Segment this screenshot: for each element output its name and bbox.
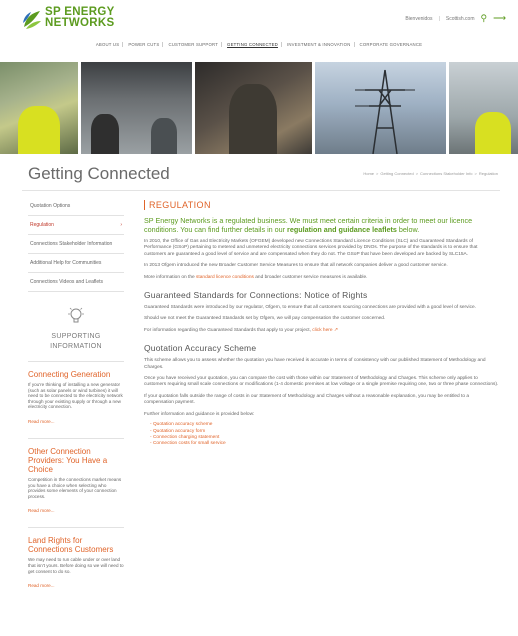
- paragraph: Further information and guidance is prov…: [144, 411, 255, 417]
- paragraph-text: For information regarding the Guaranteed…: [144, 327, 311, 333]
- breadcrumb-separator: >: [415, 171, 419, 176]
- util-separator: |: [438, 15, 440, 22]
- paragraph: Once you have received your quotation, y…: [144, 376, 499, 388]
- paragraph: Should we not meet the Guaranteed Standa…: [144, 316, 386, 322]
- standard-licence-link[interactable]: standard licence conditions: [196, 275, 254, 280]
- promo-body: Competition in the connections market me…: [28, 476, 122, 499]
- company-logo[interactable]: SP ENERGY NETWORKS: [22, 6, 142, 37]
- breadcrumb-separator: >: [376, 171, 379, 176]
- worker-figure: [475, 112, 512, 154]
- paragraph: In 2010, the Office of Gas and Electrici…: [144, 239, 478, 257]
- banner-photo-control-room: [80, 62, 192, 154]
- banner-photo-technician: [194, 62, 313, 154]
- paragraph: More information on the standard licence…: [144, 275, 500, 281]
- supporting-title-2: INFORMATION: [50, 343, 102, 350]
- promo-body: We may need to run cable under or over l…: [28, 557, 124, 574]
- promo-block: Land Rights for Connections Customers We…: [28, 527, 124, 592]
- share-icon[interactable]: ⟶: [493, 14, 506, 23]
- subheading: Guaranteed Standards for Connections: No…: [144, 290, 368, 301]
- document-links-list: Quotation accuracy scheme Quotation accu…: [144, 422, 500, 448]
- supporting-title-1: SUPPORTING: [51, 333, 101, 340]
- sidebar: Quotation Options Regulation › Connection…: [28, 197, 124, 592]
- paragraph: For information regarding the Guaranteed…: [144, 328, 500, 334]
- sidebar-item-quotation-options[interactable]: Quotation Options: [28, 197, 124, 216]
- sidebar-item-label: Regulation: [30, 222, 54, 228]
- promo-title[interactable]: Land Rights for Connections Customers: [28, 536, 124, 554]
- worker-figure: [228, 84, 277, 154]
- page-title: Getting Connected: [28, 164, 170, 183]
- breadcrumb-current: Regulation: [478, 171, 498, 176]
- nav-item-about[interactable]: ABOUT US: [93, 42, 124, 47]
- subheading: Quotation Accuracy Scheme: [144, 343, 257, 354]
- regulation-leaflets-link[interactable]: regulation and guidance leaflets: [287, 225, 397, 234]
- paragraph: If your quotation falls outside the rang…: [144, 393, 470, 406]
- util-link-1[interactable]: Bienvenidos: [405, 16, 432, 22]
- worker-figure: [90, 114, 119, 154]
- lightbulb-icon: [68, 307, 84, 323]
- promo-block: Connecting Generation If you're thinking…: [28, 361, 124, 428]
- breadcrumb-separator: >: [474, 171, 477, 176]
- main-nav: ABOUT US POWER CUTS CUSTOMER SUPPORT GET…: [0, 42, 518, 47]
- nav-item-customer-support[interactable]: CUSTOMER SUPPORT: [165, 42, 223, 47]
- breadcrumb-getting-connected[interactable]: Getting Connected: [380, 171, 413, 176]
- banner-photo-pylon: [315, 62, 447, 154]
- paragraph: In 2013 Ofgem introduced the new Broader…: [144, 263, 448, 269]
- sidebar-item-communities[interactable]: Additional Help for Communities: [28, 254, 124, 273]
- nav-item-getting-connected[interactable]: GETTING CONNECTED: [224, 42, 282, 47]
- utility-bar: Bienvenidos | Scottish.com ⚲ ⟶: [405, 14, 506, 23]
- hero-banner: [0, 62, 518, 154]
- search-icon[interactable]: ⚲: [481, 14, 488, 23]
- logo-line-2: NETWORKS: [45, 17, 115, 29]
- promo-block: Other Connection Providers: You Have a C…: [28, 437, 124, 517]
- sidebar-item-stakeholder-info[interactable]: Connections Stakeholder Information: [28, 235, 124, 254]
- banner-photo-worker: [449, 62, 518, 154]
- worker-figure: [18, 106, 60, 154]
- promo-body: If you're thinking of installing a new g…: [28, 382, 123, 410]
- lead-text-end: below.: [398, 225, 420, 234]
- site-header: SP ENERGY NETWORKS Bienvenidos | Scottis…: [0, 0, 518, 56]
- paragraph-text: More information on the: [144, 274, 195, 280]
- main-content: REGULATION SP Energy Networks is a regul…: [144, 200, 500, 448]
- pylon-graphic: [355, 69, 416, 154]
- sidebar-item-regulation[interactable]: Regulation ›: [28, 216, 124, 235]
- paragraph-text: and broader customer service measures is…: [255, 274, 368, 280]
- read-more-link[interactable]: Read more...: [28, 419, 55, 424]
- nav-item-investment[interactable]: INVESTMENT & INNOVATION: [284, 42, 355, 47]
- read-more-link[interactable]: Read more...: [28, 583, 55, 588]
- supporting-info-block: SUPPORTING INFORMATION: [28, 306, 124, 351]
- promo-title[interactable]: Other Connection Providers: You Have a C…: [28, 447, 124, 474]
- click-here-link[interactable]: click here: [312, 328, 332, 333]
- paragraph: Guaranteed Standards were introduced by …: [144, 305, 476, 311]
- lead-paragraph: SP Energy Networks is a regulated busine…: [144, 216, 500, 234]
- logo-leaf-icon: [23, 11, 41, 29]
- promo-title[interactable]: Connecting Generation: [28, 370, 124, 379]
- chevron-right-icon: ›: [120, 222, 122, 228]
- util-link-2[interactable]: Scottish.com: [446, 16, 475, 22]
- divider: [22, 190, 500, 191]
- sidebar-item-videos-leaflets[interactable]: Connections Videos and Leaflets: [28, 273, 124, 292]
- breadcrumb-stakeholder-info[interactable]: Connections Stakeholder Info: [420, 171, 472, 176]
- read-more-link[interactable]: Read more...: [28, 508, 55, 513]
- worker-figure: [150, 118, 177, 154]
- section-heading: REGULATION: [144, 200, 500, 210]
- external-link-icon: ↗: [333, 327, 338, 333]
- nav-item-power-cuts[interactable]: POWER CUTS: [125, 42, 164, 47]
- breadcrumb: Home > Getting Connected > Connections S…: [363, 171, 498, 176]
- banner-photo-engineer: [0, 62, 78, 154]
- nav-item-governance[interactable]: CORPORATE GOVERNANCE: [357, 42, 426, 47]
- document-link[interactable]: Connection costs for small service: [150, 441, 500, 447]
- breadcrumb-home[interactable]: Home: [363, 171, 374, 176]
- paragraph: This scheme allows you to assess whether…: [144, 358, 486, 370]
